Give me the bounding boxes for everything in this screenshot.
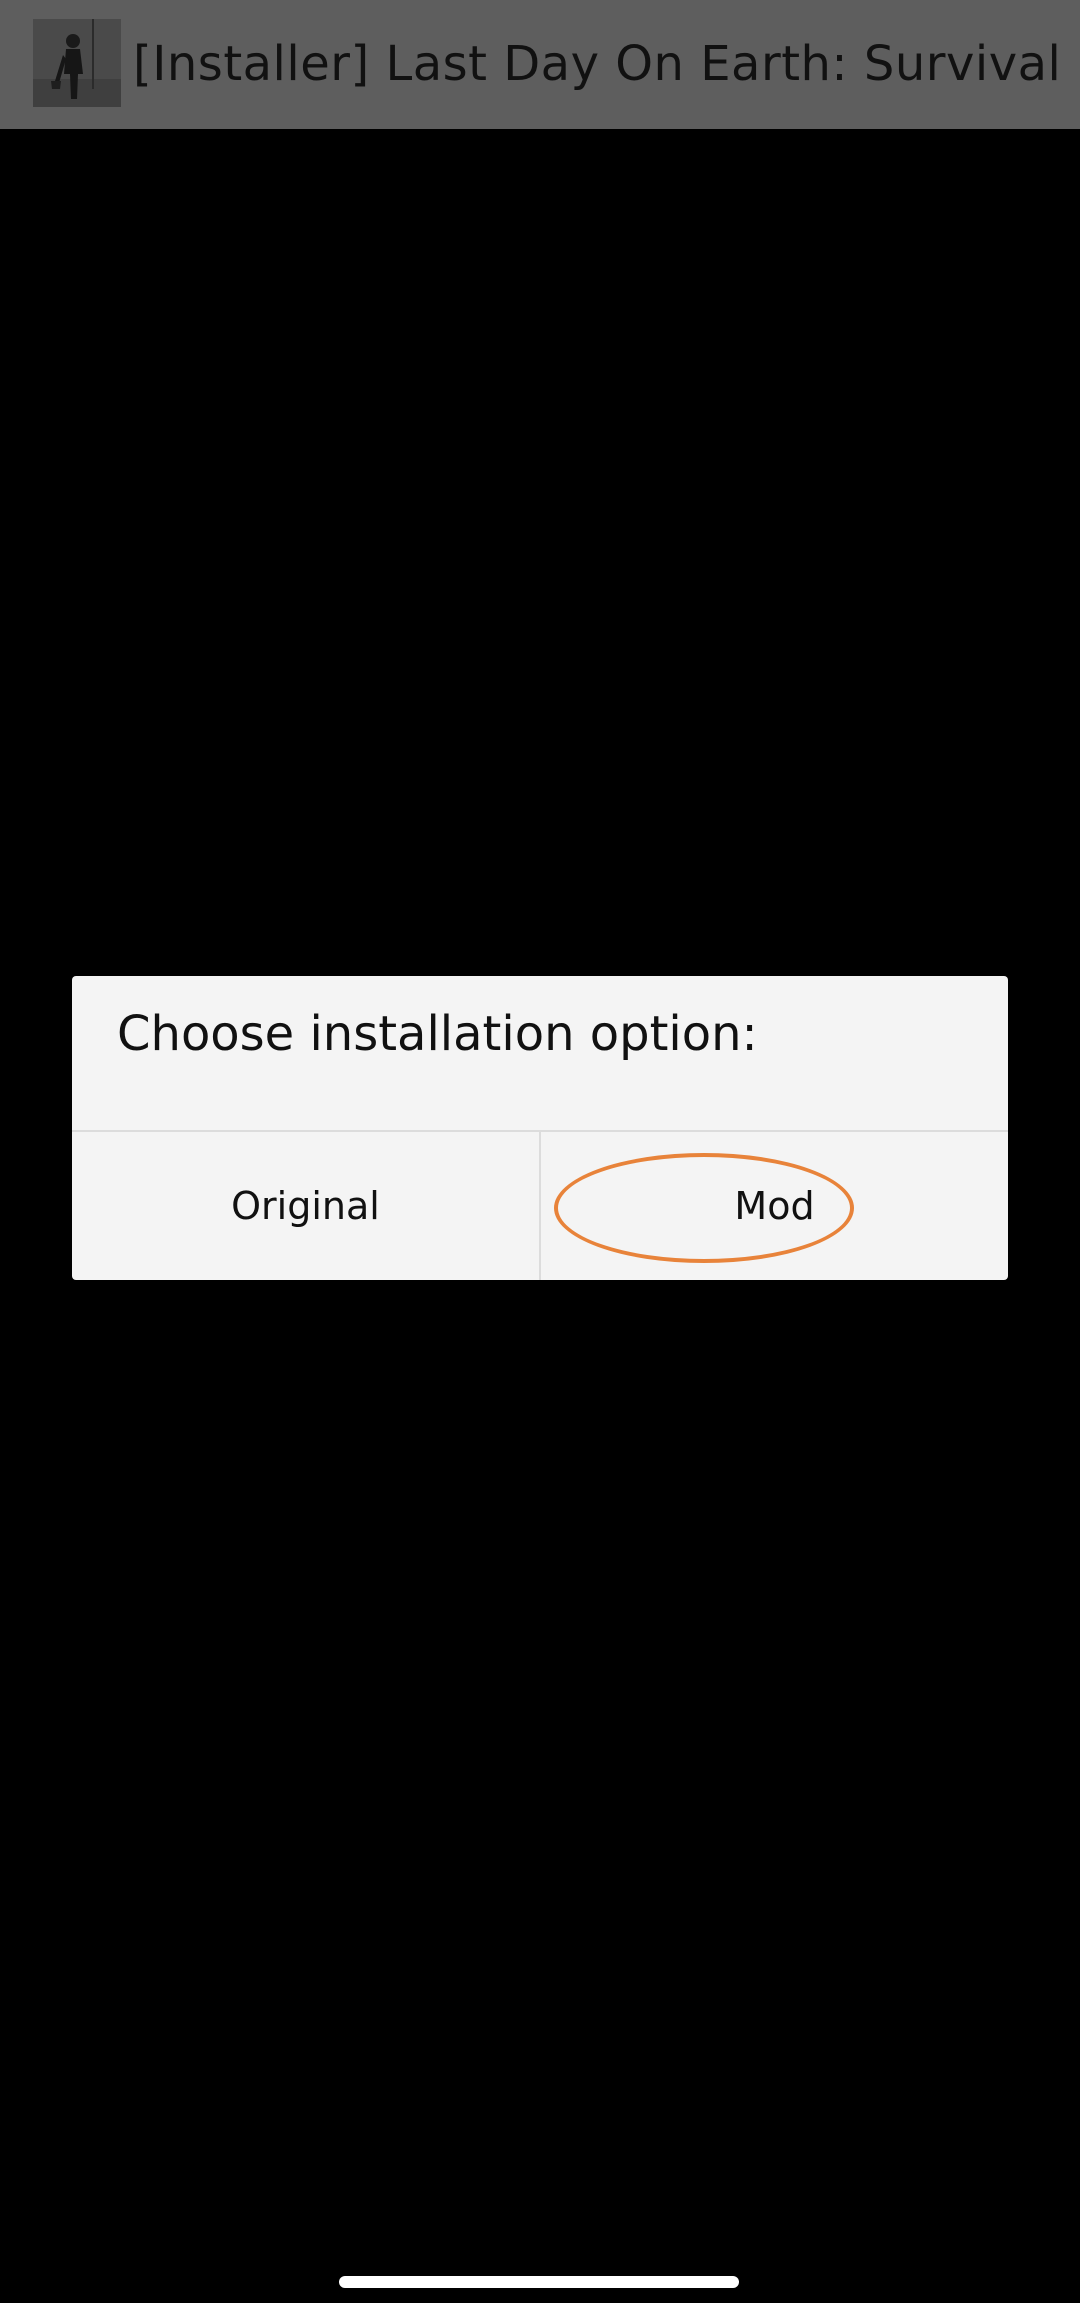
- original-button[interactable]: Original: [72, 1132, 539, 1280]
- home-indicator-bar[interactable]: [339, 2276, 739, 2288]
- app-thumbnail-icon: [33, 19, 121, 107]
- dialog-title: Choose installation option:: [117, 1006, 758, 1062]
- app-title: [Installer] Last Day On Earth: Survival: [133, 36, 1062, 92]
- mod-button[interactable]: Mod: [541, 1132, 1008, 1280]
- install-option-dialog: Choose installation option: Original Mod: [72, 976, 1008, 1280]
- app-bar: [Installer] Last Day On Earth: Survival: [0, 0, 1080, 129]
